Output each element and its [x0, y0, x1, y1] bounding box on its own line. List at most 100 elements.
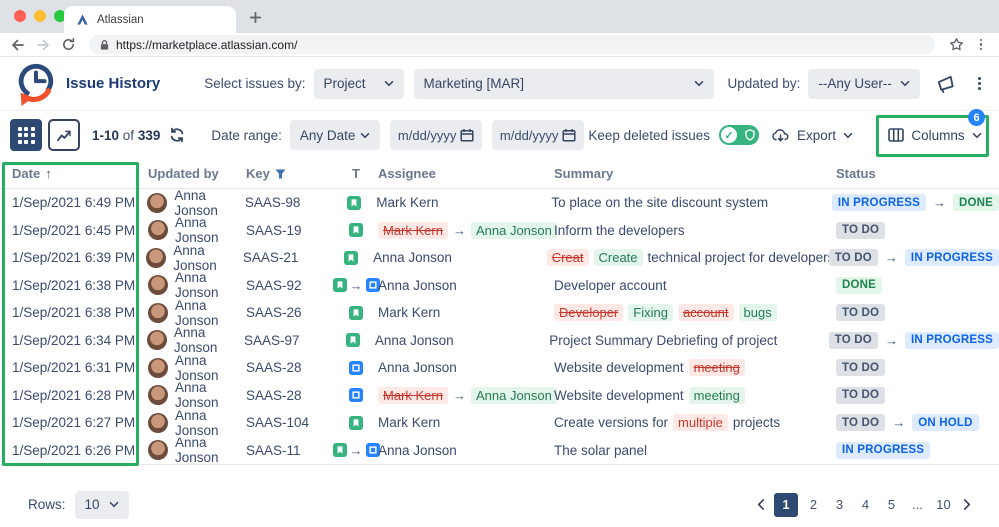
row-summary: To place on the site discount system [551, 195, 832, 210]
table-row[interactable]: 1/Sep/2021 6:27 PMAnna JonsonSAAS-104Mar… [0, 409, 999, 437]
page-button-3[interactable]: 3 [829, 494, 850, 516]
del-text-chip: account [678, 304, 734, 321]
table-footer: Rows: 10 12345...10 [0, 465, 999, 526]
page-button-10[interactable]: 10 [933, 494, 954, 516]
table-row[interactable]: 1/Sep/2021 6:38 PMAnna JonsonSAAS-26Mark… [0, 299, 999, 327]
row-status: DONE [836, 277, 999, 294]
url-text: https://marketplace.atlassian.com/ [116, 38, 297, 52]
table-row[interactable]: 1/Sep/2021 6:31 PMAnna JonsonSAAS-28Anna… [0, 354, 999, 382]
address-bar[interactable]: https://marketplace.atlassian.com/ [89, 35, 935, 54]
date-range-dropdown[interactable]: Any Date [290, 120, 380, 150]
select-mode-value: Project [324, 76, 366, 91]
del-text-chip: meeting [689, 359, 745, 376]
filter-icon [275, 169, 286, 179]
select-mode-dropdown[interactable]: Project [314, 69, 404, 99]
minimize-window-button[interactable] [34, 10, 46, 22]
task-type-icon [349, 361, 363, 375]
column-header-date[interactable]: Date ↑ [0, 166, 140, 181]
forward-button[interactable] [33, 36, 53, 54]
updated-by-name: Anna Jonson [173, 243, 243, 273]
atlassian-favicon-icon [76, 13, 89, 26]
browser-window: Atlassian https://marketplace.atlassian.… [0, 0, 999, 527]
chart-view-button[interactable] [48, 119, 80, 151]
table-row[interactable]: 1/Sep/2021 6:49 PMAnna JonsonSAAS-98Mark… [0, 189, 999, 217]
avatar [148, 303, 168, 323]
status-chip: TO DO [836, 222, 885, 239]
text-segment: Anna Jonson [373, 250, 452, 265]
column-header-key[interactable]: Key [246, 166, 334, 181]
next-page-button[interactable] [959, 499, 975, 510]
ins-text-chip: bugs [739, 304, 777, 321]
project-dropdown[interactable]: Marketing [MAR] [414, 69, 714, 99]
status-chip: DONE [953, 194, 999, 211]
date-from-input[interactable]: m/dd/yyyy [390, 120, 482, 150]
row-updated-by: Anna Jonson [140, 408, 246, 438]
row-date: 1/Sep/2021 6:39 PM [0, 250, 138, 265]
feedback-tag-icon[interactable] [935, 73, 956, 94]
column-header-assignee[interactable]: Assignee [378, 166, 554, 181]
table-view-button[interactable] [10, 119, 42, 151]
row-key: SAAS-11 [246, 443, 334, 458]
count-range: 1-10 [92, 128, 119, 143]
row-assignee: Anna Jonson [378, 443, 554, 458]
date-range-value: Any Date [300, 128, 356, 143]
row-issue-type [332, 196, 376, 210]
grid-icon [18, 127, 35, 144]
back-button[interactable] [8, 36, 28, 54]
reload-button[interactable] [58, 36, 78, 54]
status-chip: IN PROGRESS [836, 442, 930, 459]
column-header-status[interactable]: Status [836, 166, 999, 181]
page-button-1[interactable]: 1 [774, 493, 798, 517]
refresh-button[interactable] [169, 127, 185, 143]
previous-page-button[interactable] [753, 499, 769, 510]
table-row[interactable]: 1/Sep/2021 6:45 PMAnna JonsonSAAS-19Mark… [0, 217, 999, 245]
table-row[interactable]: 1/Sep/2021 6:28 PMAnna JonsonSAAS-28Mark… [0, 382, 999, 410]
row-assignee: Mark Kern [376, 195, 551, 210]
row-key: SAAS-98 [245, 195, 333, 210]
table-row[interactable]: 1/Sep/2021 6:38 PMAnna JonsonSAAS-92→Ann… [0, 272, 999, 300]
row-date: 1/Sep/2021 6:45 PM [0, 223, 140, 238]
browser-menu-icon[interactable] [971, 36, 991, 54]
table-header: Date ↑ Updated by Key T Assignee Summary… [0, 159, 999, 189]
page-button-4[interactable]: 4 [855, 494, 876, 516]
app-menu-icon[interactable] [978, 77, 981, 90]
page-button-5[interactable]: 5 [881, 494, 902, 516]
column-header-type[interactable]: T [334, 166, 378, 181]
row-summary: Project Summary Debriefing of project [549, 333, 828, 348]
status-chip: IN PROGRESS [832, 194, 926, 211]
rows-per-page-label: Rows: [28, 497, 66, 512]
keep-deleted-label: Keep deleted issues [588, 128, 710, 143]
table-row[interactable]: 1/Sep/2021 6:34 PMAnna JonsonSAAS-97Anna… [0, 327, 999, 355]
table-row[interactable]: 1/Sep/2021 6:26 PMAnna JonsonSAAS-11→Ann… [0, 437, 999, 465]
bookmark-star-icon[interactable] [946, 36, 966, 54]
row-issue-type [334, 361, 378, 375]
text-segment: The solar panel [554, 443, 647, 458]
cloud-download-icon [771, 128, 790, 143]
updated-by-dropdown[interactable]: --Any User-- [808, 69, 920, 99]
status-chip: DONE [836, 277, 882, 294]
chevron-down-icon [694, 80, 704, 87]
row-assignee: Mark Kern [378, 305, 554, 320]
column-header-updated-by[interactable]: Updated by [140, 166, 246, 181]
table-row[interactable]: 1/Sep/2021 6:39 PMAnna JonsonSAAS-21Anna… [0, 244, 999, 272]
column-header-summary[interactable]: Summary [554, 166, 836, 181]
date-to-input[interactable]: m/dd/yyyy [492, 120, 584, 150]
story-type-icon [349, 416, 363, 430]
avatar [148, 358, 168, 378]
table-body: 1/Sep/2021 6:49 PMAnna JonsonSAAS-98Mark… [0, 189, 999, 465]
text-segment: technical project for developers [648, 250, 835, 265]
new-tab-button[interactable] [246, 8, 264, 26]
avatar [148, 220, 168, 240]
export-button[interactable]: Export [771, 119, 853, 151]
sort-ascending-icon: ↑ [45, 166, 52, 181]
rows-per-page-dropdown[interactable]: 10 [75, 491, 129, 519]
chevron-down-icon [384, 80, 394, 87]
updated-by-name: Anna Jonson [174, 325, 244, 355]
browser-tab-atlassian[interactable]: Atlassian [64, 6, 236, 33]
text-segment: Mark Kern [376, 195, 438, 210]
page-button-2[interactable]: 2 [803, 494, 824, 516]
text-segment: Anna Jonson [375, 333, 454, 348]
keep-deleted-toggle[interactable]: ✓ [719, 125, 759, 145]
close-window-button[interactable] [14, 10, 26, 22]
columns-button[interactable]: Columns [887, 119, 983, 151]
